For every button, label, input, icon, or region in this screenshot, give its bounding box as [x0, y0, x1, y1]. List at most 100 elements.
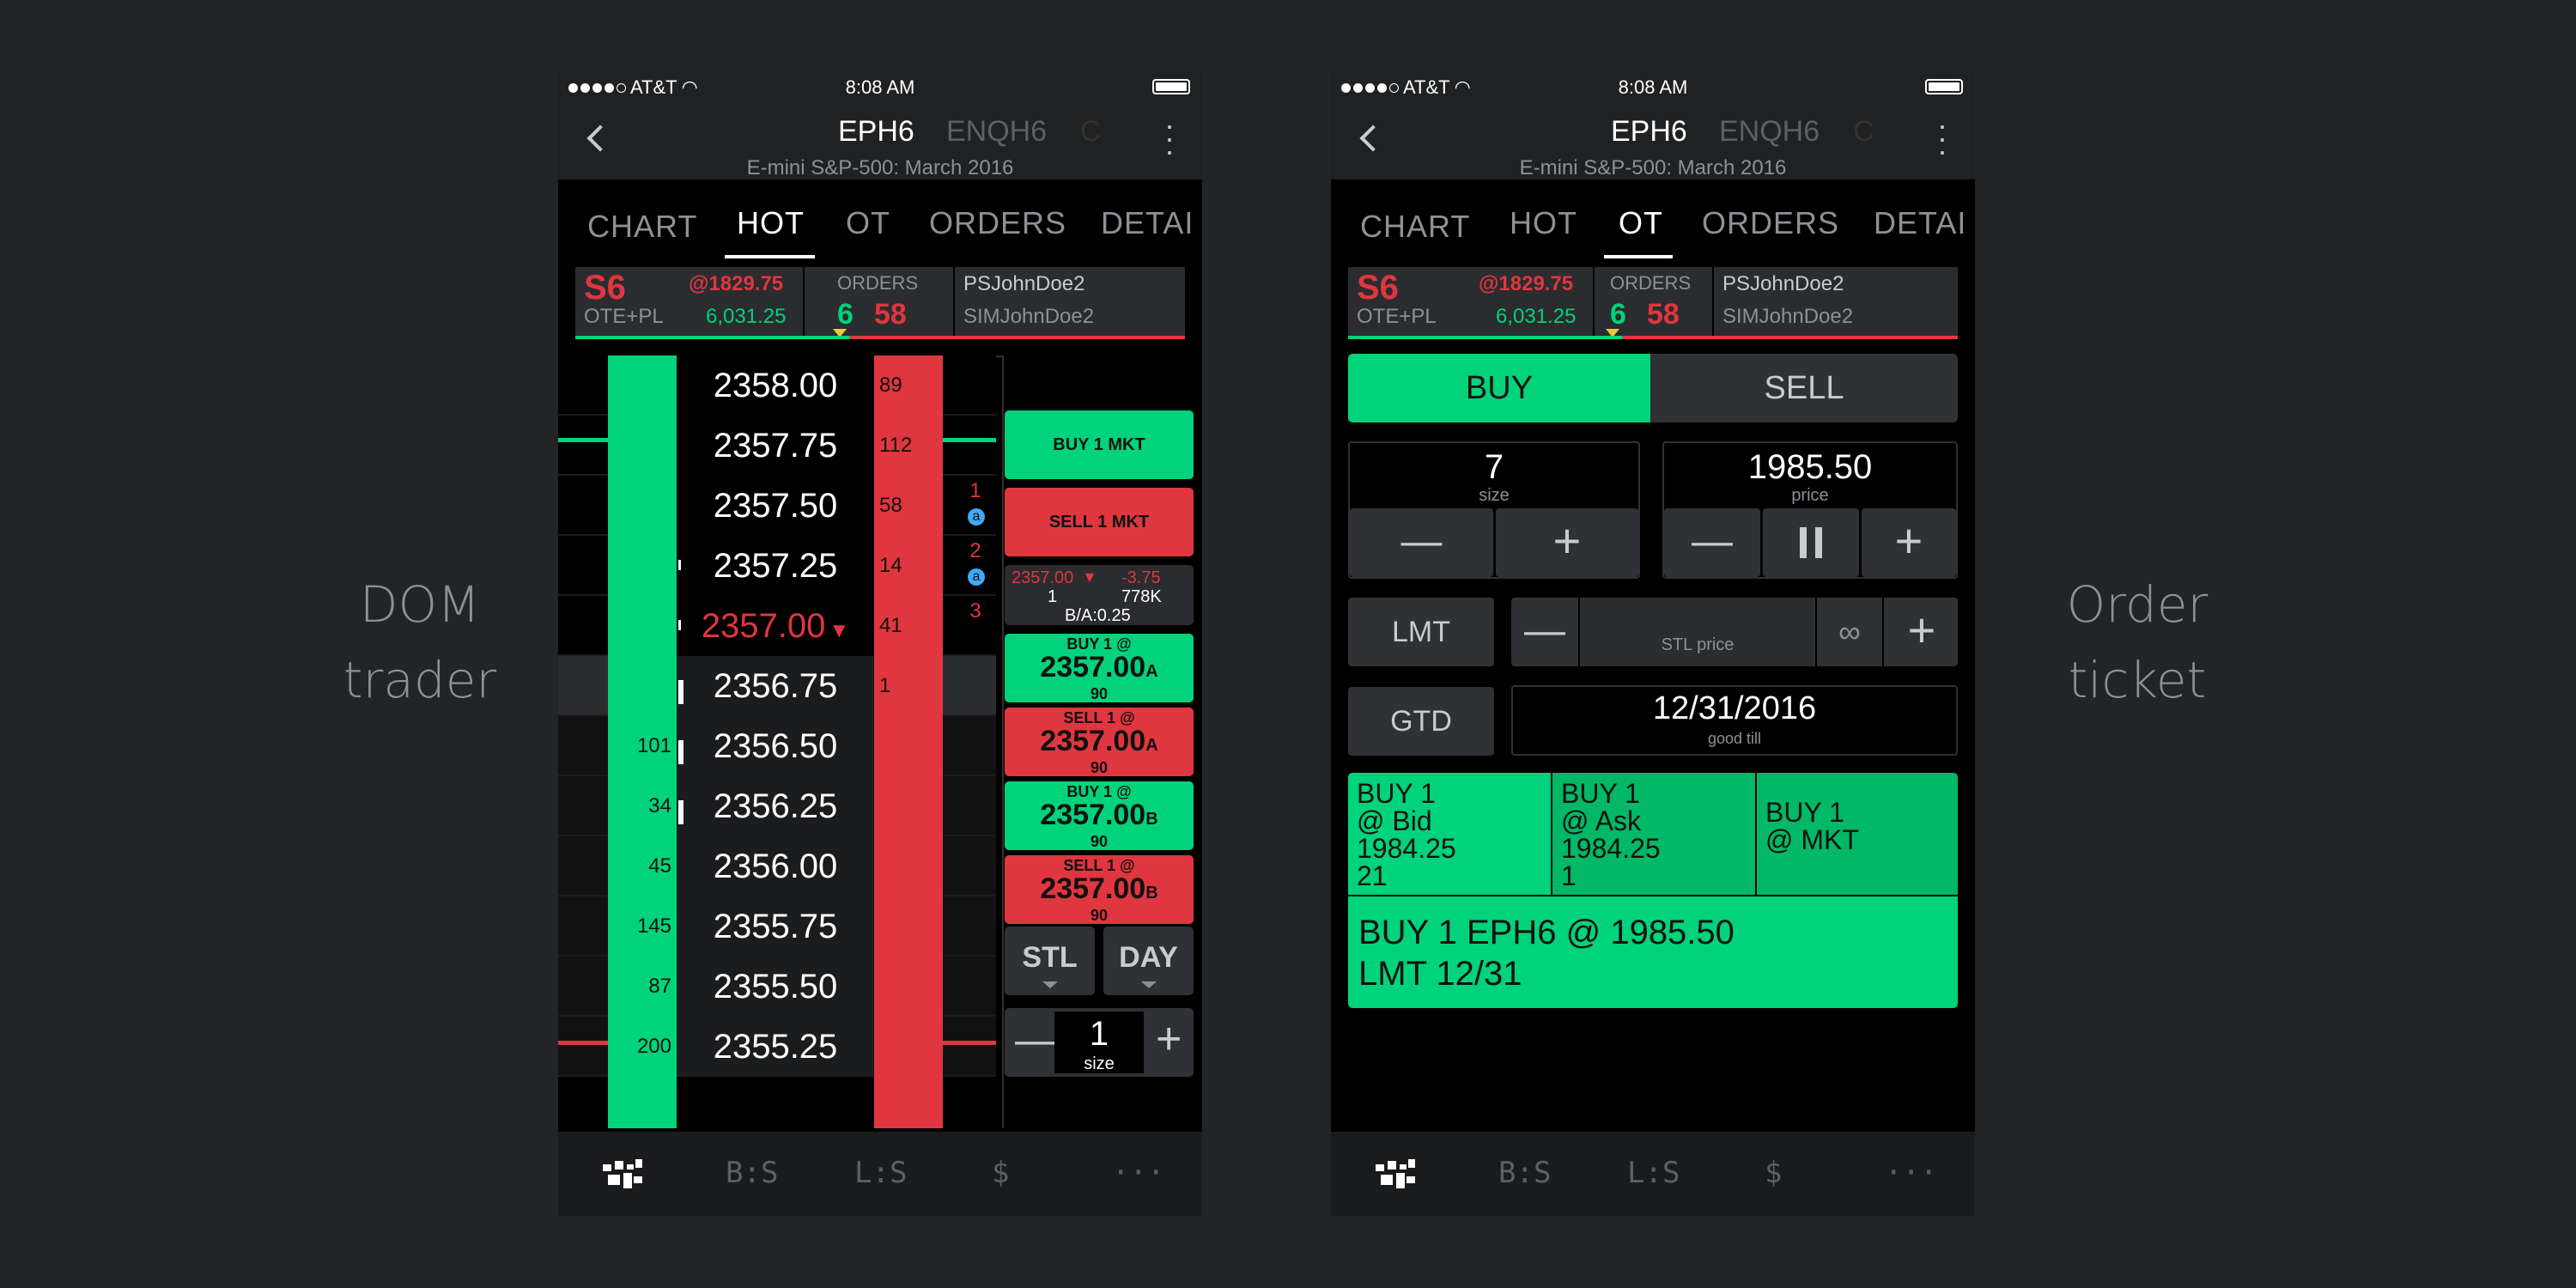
account-2: SIMJohnDoe2: [963, 305, 1095, 328]
size-value[interactable]: 1: [1054, 1015, 1144, 1054]
back-icon[interactable]: [1359, 125, 1387, 152]
ask-size[interactable]: 58: [879, 476, 931, 536]
tab-hot[interactable]: HOT: [737, 205, 805, 241]
symbol-current[interactable]: EPH6: [1611, 115, 1687, 149]
price-minus-button[interactable]: —: [1664, 508, 1760, 577]
dollar-icon[interactable]: $: [1765, 1156, 1782, 1190]
status-time: 8:08 AM: [845, 76, 915, 98]
tab-chart[interactable]: CHART: [587, 209, 697, 245]
symbol-current[interactable]: EPH6: [838, 115, 914, 149]
divider: [1712, 267, 1714, 336]
quick-order-qty: 90: [1090, 833, 1109, 850]
size-value[interactable]: 7: [1350, 448, 1638, 487]
tab-chart[interactable]: CHART: [1360, 209, 1470, 245]
nav-buys-sells[interactable]: B:S: [726, 1156, 778, 1190]
price-cell: 2355.25: [677, 1017, 874, 1077]
quick-buy-button[interactable]: BUY 1 @ MKT: [1757, 773, 1958, 895]
tab-details[interactable]: DETAI: [1874, 205, 1966, 241]
alert-badge-icon: a: [968, 568, 985, 586]
volume-tick: [678, 620, 681, 630]
trade-logo-icon[interactable]: [601, 1157, 644, 1192]
bid-size[interactable]: 87: [610, 957, 671, 1017]
bid-size[interactable]: 101: [610, 716, 671, 776]
minus-icon[interactable]: —: [1015, 1017, 1056, 1064]
account-bar[interactable]: S6 @1829.75 OTE+PL 6,031.25 ORDERS 6 58 …: [1348, 267, 1958, 339]
order-count[interactable]: 1: [960, 479, 991, 503]
bid-size[interactable]: 200: [610, 1017, 671, 1077]
order-count[interactable]: 2: [960, 539, 991, 563]
ask-size[interactable]: 112: [879, 416, 931, 476]
price-cell: 2355.75: [677, 896, 874, 957]
symbol-next[interactable]: ENQH6: [1719, 115, 1820, 149]
stl-dropdown[interactable]: STL: [1005, 927, 1095, 995]
account-bar[interactable]: S6 @1829.75 OTE+PL 6,031.25 ORDERS 6 58 …: [575, 267, 1185, 339]
size-stepper: — 1 size +: [1005, 1008, 1194, 1077]
trade-logo-icon[interactable]: [1374, 1157, 1417, 1192]
quick-buy-button[interactable]: BUY 1 @ Bid 1984.25 21: [1348, 773, 1551, 895]
plus-icon[interactable]: +: [1156, 1013, 1182, 1065]
link-icon[interactable]: ∞: [1815, 598, 1884, 666]
back-icon[interactable]: [586, 125, 614, 152]
sell-market-button[interactable]: SELL 1 MKT: [1005, 488, 1194, 556]
quick-buy-button[interactable]: BUY 1 @ Ask 1984.25 1: [1552, 773, 1755, 895]
ask-size[interactable]: 89: [879, 355, 931, 416]
buy-toggle[interactable]: BUY: [1348, 354, 1650, 422]
submit-order-button[interactable]: BUY 1 EPH6 @ 1985.50 LMT 12/31: [1348, 896, 1958, 1008]
more-vert-icon[interactable]: · · ·: [1937, 110, 1947, 167]
tab-ot[interactable]: OT: [846, 205, 890, 241]
volume-tick: [678, 680, 683, 704]
nav-long-short[interactable]: L:S: [854, 1156, 907, 1190]
down-arrow-icon: ▼: [829, 619, 850, 642]
quick-order-button[interactable]: BUY 1 @2357.00A 90: [1005, 634, 1194, 702]
bid-size[interactable]: 45: [610, 836, 671, 896]
size-plus-button[interactable]: +: [1496, 508, 1638, 577]
sell-toggle[interactable]: SELL: [1650, 354, 1958, 422]
order-type-lmt-button[interactable]: LMT: [1348, 598, 1494, 666]
quick-buy-line: 1984.25: [1357, 833, 1456, 864]
tab-ot[interactable]: OT: [1619, 205, 1663, 241]
day-dropdown[interactable]: DAY: [1103, 927, 1194, 995]
dollar-icon[interactable]: $: [992, 1156, 1009, 1190]
tab-indicator: [725, 255, 815, 258]
stl-price-input[interactable]: STL price: [1582, 598, 1814, 666]
bottom-nav: B:S L:S $ ···: [1331, 1132, 1975, 1216]
tif-gtd-button[interactable]: GTD: [1348, 687, 1494, 756]
symbol-next[interactable]: ENQH6: [946, 115, 1047, 149]
quick-order-button[interactable]: SELL 1 @2357.00A 90: [1005, 708, 1194, 776]
stl-minus-button[interactable]: —: [1511, 598, 1580, 666]
pause-button[interactable]: [1763, 508, 1859, 577]
price-cell: 2356.25: [677, 776, 874, 836]
caption-line: ticket: [2068, 651, 2207, 709]
account-2: SIMJohnDoe2: [1722, 305, 1854, 328]
symbol-next2[interactable]: C: [1853, 115, 1874, 149]
ask-size[interactable]: 1: [879, 656, 931, 716]
tab-orders[interactable]: ORDERS: [929, 205, 1066, 241]
quick-order-button[interactable]: BUY 1 @2357.00B 90: [1005, 781, 1194, 850]
quick-buy-line: @ MKT: [1765, 824, 1859, 855]
more-vert-icon[interactable]: · · ·: [1164, 110, 1175, 167]
stl-plus-button[interactable]: +: [1886, 598, 1958, 666]
nav-long-short[interactable]: L:S: [1627, 1156, 1680, 1190]
ask-size[interactable]: 41: [879, 596, 931, 656]
ask-size[interactable]: 14: [879, 536, 931, 596]
quick-order-button[interactable]: SELL 1 @2357.00B 90: [1005, 855, 1194, 924]
tab-hot[interactable]: HOT: [1510, 205, 1577, 241]
nav-buys-sells[interactable]: B:S: [1498, 1156, 1551, 1190]
order-count[interactable]: 3: [960, 599, 991, 623]
good-till-field[interactable]: 12/31/2016 good till: [1511, 685, 1958, 756]
orders-sell-count: 58: [874, 298, 907, 331]
symbol-next2[interactable]: C: [1080, 115, 1102, 149]
price-value[interactable]: 1985.50: [1664, 448, 1956, 487]
plus-icon: +: [1894, 513, 1923, 568]
buy-market-button[interactable]: BUY 1 MKT: [1005, 410, 1194, 479]
tab-orders[interactable]: ORDERS: [1702, 205, 1839, 241]
minus-icon: —: [1692, 519, 1733, 564]
more-icon[interactable]: ···: [1885, 1156, 1937, 1190]
price-cell: 2356.00: [677, 836, 874, 896]
more-icon[interactable]: ···: [1112, 1156, 1164, 1190]
bid-size[interactable]: 145: [610, 896, 671, 957]
size-minus-button[interactable]: —: [1350, 508, 1493, 577]
bid-size[interactable]: 34: [610, 776, 671, 836]
tab-details[interactable]: DETAI: [1101, 205, 1194, 241]
price-plus-button[interactable]: +: [1862, 508, 1956, 577]
